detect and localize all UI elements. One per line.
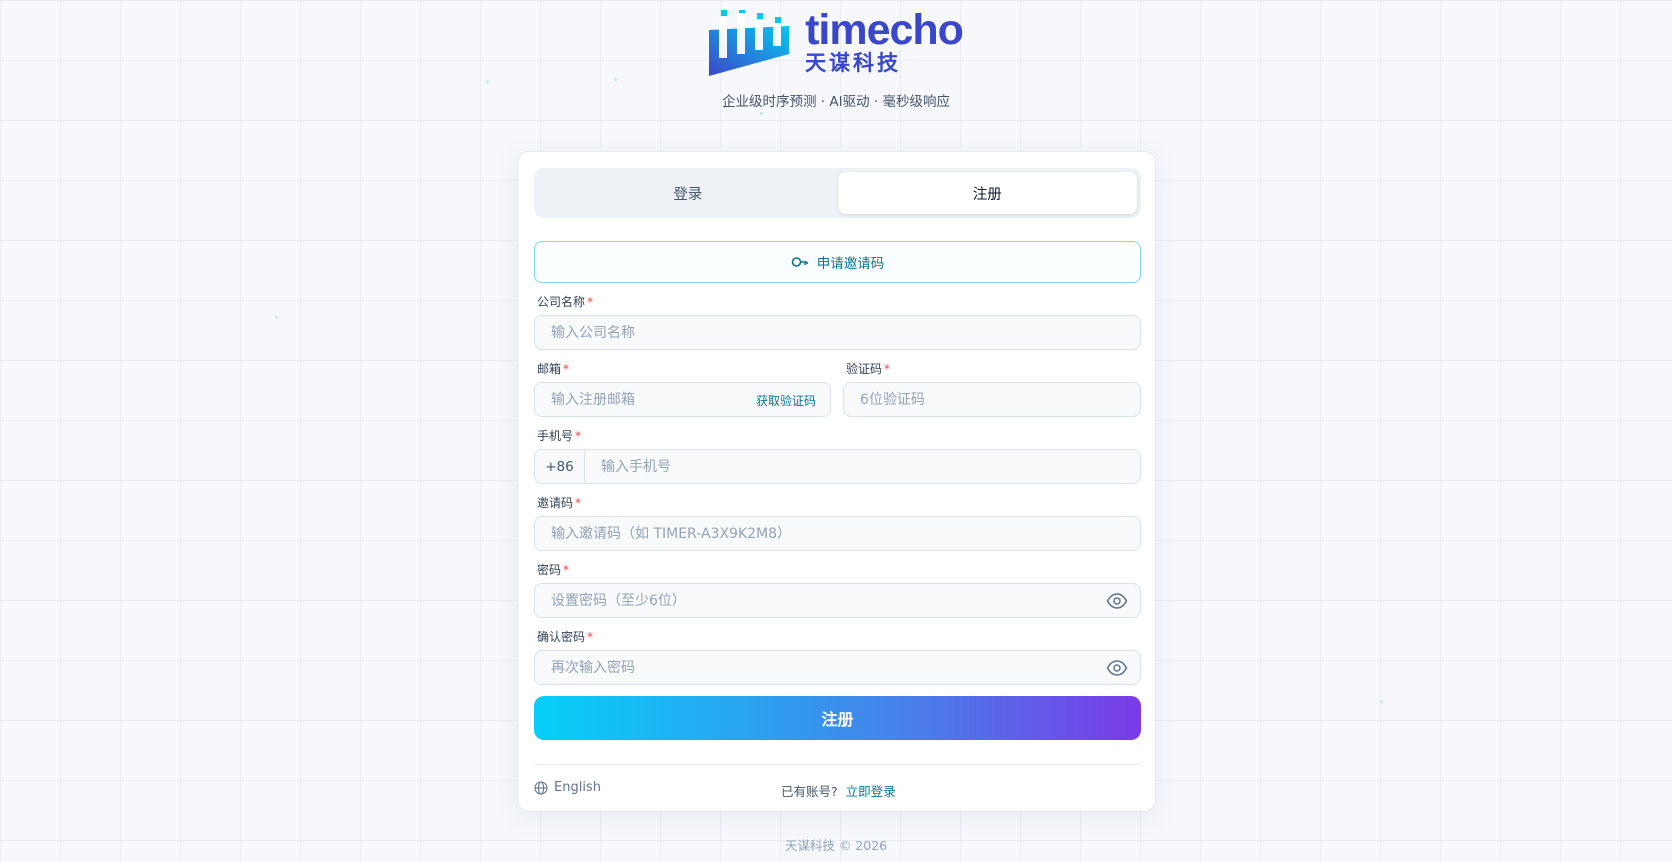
- brand-name-cn: 天谋科技: [805, 51, 902, 75]
- brand-name: timecho: [805, 6, 964, 54]
- invite-code-field: [534, 516, 1141, 551]
- phone-input[interactable]: [585, 450, 1140, 483]
- background-dot: [275, 316, 278, 319]
- invite-code-label: 邀请码 *: [537, 496, 582, 510]
- register-card: 登录 注册 申请邀请码 公司名称* 邮箱* 获取验证码 验证码* 手机号* +8…: [517, 151, 1156, 812]
- login-link[interactable]: 立即登录: [846, 781, 896, 800]
- confirm-password-field: [534, 650, 1141, 685]
- tagline: 企业级时序预测 · AI驱动 · 毫秒级响应: [722, 94, 950, 110]
- key-icon: [791, 257, 808, 267]
- password-field: [534, 583, 1141, 618]
- verify-code-label: 验证码 *: [846, 362, 891, 376]
- apply-invite-button[interactable]: 申请邀请码: [534, 241, 1141, 283]
- company-label: 公司名称 *: [537, 295, 594, 309]
- country-code-prefix[interactable]: +86: [535, 450, 585, 483]
- phone-field: +86: [534, 449, 1141, 484]
- auth-tabs: 登录 注册: [534, 168, 1141, 218]
- timecho-logo-icon: [709, 10, 790, 76]
- background-dot: [486, 80, 489, 83]
- tab-register[interactable]: 注册: [837, 172, 1137, 214]
- eye-icon[interactable]: [1106, 658, 1128, 678]
- eye-icon[interactable]: [1106, 591, 1128, 611]
- brand-header: timecho 天谋科技: [0, 8, 1672, 78]
- email-field: 获取验证码: [534, 382, 831, 417]
- background-dot: [760, 112, 763, 115]
- get-code-button[interactable]: 获取验证码: [756, 392, 816, 409]
- company-field: [534, 315, 1141, 350]
- account-prompt: 已有账号? 立即登录: [781, 781, 896, 800]
- confirm-password-label: 确认密码 *: [537, 630, 594, 644]
- invite-code-input[interactable]: [535, 517, 1140, 550]
- email-label: 邮箱 *: [537, 362, 570, 376]
- divider: [534, 764, 1141, 765]
- globe-icon: [534, 780, 548, 795]
- copyright: 天谋科技 © 2026: [784, 838, 888, 853]
- company-input[interactable]: [535, 316, 1140, 349]
- has-account-text: 已有账号?: [781, 784, 838, 799]
- password-label: 密码 *: [537, 563, 570, 577]
- verify-code-input[interactable]: [844, 383, 1140, 416]
- language-label: English: [554, 780, 601, 795]
- background-dot: [1380, 700, 1383, 703]
- background-dot: [614, 78, 617, 81]
- language-switch[interactable]: English: [534, 780, 601, 795]
- confirm-password-input[interactable]: [535, 651, 1140, 684]
- password-input[interactable]: [535, 584, 1140, 617]
- tab-login[interactable]: 登录: [538, 172, 838, 214]
- apply-invite-label: 申请邀请码: [816, 256, 885, 272]
- register-submit-button[interactable]: 注册: [534, 696, 1141, 740]
- verify-code-field: [843, 382, 1141, 417]
- phone-label: 手机号 *: [537, 429, 582, 443]
